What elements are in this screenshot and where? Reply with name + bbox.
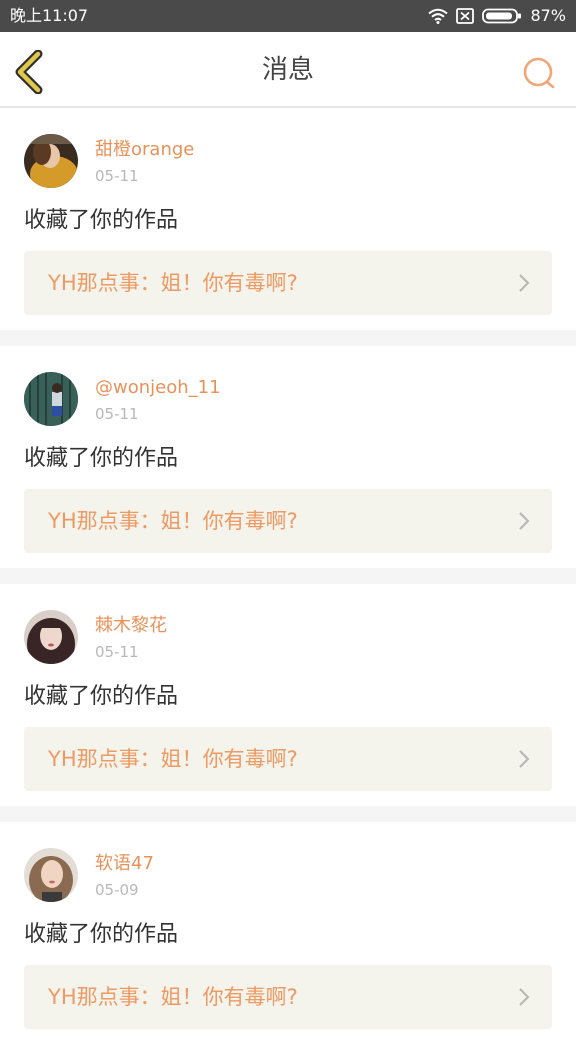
work-title: YH那点事：姐！你有毒啊? <box>48 747 298 771</box>
status-bar: 晚上11:07 87% <box>0 0 576 32</box>
battery-icon <box>482 8 522 24</box>
message-date: 05-11 <box>95 643 139 661</box>
message-date: 05-11 <box>95 405 139 423</box>
work-link[interactable]: YH那点事：姐！你有毒啊? <box>24 965 552 1029</box>
message-text: 收藏了你的作品 <box>24 446 179 471</box>
search-icon <box>520 57 558 96</box>
work-title: YH那点事：姐！你有毒啊? <box>48 271 298 295</box>
message-card: @wonjeoh_11 05-11 收藏了你的作品 YH那点事：姐！你有毒啊? <box>0 346 576 568</box>
wifi-icon <box>428 8 449 24</box>
status-time: 晚上11:07 <box>10 6 89 25</box>
avatar[interactable] <box>24 610 78 664</box>
avatar[interactable] <box>24 134 78 188</box>
message-text: 收藏了你的作品 <box>24 922 179 947</box>
status-icons: 87% <box>428 6 566 26</box>
message-date: 05-11 <box>95 167 139 185</box>
username[interactable]: 甜橙orange <box>95 138 194 162</box>
chevron-right-icon <box>518 987 530 1007</box>
work-title: YH那点事：姐！你有毒啊? <box>48 985 298 1009</box>
work-link[interactable]: YH那点事：姐！你有毒啊? <box>24 727 552 791</box>
message-text: 收藏了你的作品 <box>24 684 179 709</box>
work-link[interactable]: YH那点事：姐！你有毒啊? <box>24 251 552 315</box>
search-button[interactable] <box>520 54 558 92</box>
battery-percentage: 87% <box>530 6 566 25</box>
work-link[interactable]: YH那点事：姐！你有毒啊? <box>24 489 552 553</box>
chevron-right-icon <box>518 511 530 531</box>
username[interactable]: 棘木黎花 <box>95 614 167 638</box>
avatar[interactable] <box>24 372 78 426</box>
message-card: 软语47 05-09 收藏了你的作品 YH那点事：姐！你有毒啊? <box>0 822 576 1044</box>
nav-bar: 消息 <box>0 32 576 108</box>
message-text: 收藏了你的作品 <box>24 208 179 233</box>
avatar[interactable] <box>24 848 78 902</box>
page-title: 消息 <box>261 55 314 85</box>
chevron-right-icon <box>518 273 530 293</box>
message-card: 棘木黎花 05-11 收藏了你的作品 YH那点事：姐！你有毒啊? <box>0 584 576 806</box>
message-date: 05-09 <box>95 881 139 899</box>
username[interactable]: @wonjeoh_11 <box>95 376 221 400</box>
no-sim-icon <box>456 8 475 24</box>
chevron-right-icon <box>518 749 530 769</box>
work-title: YH那点事：姐！你有毒啊? <box>48 509 298 533</box>
username[interactable]: 软语47 <box>95 852 154 876</box>
message-card: 甜橙orange 05-11 收藏了你的作品 YH那点事：姐！你有毒啊? <box>0 108 576 330</box>
